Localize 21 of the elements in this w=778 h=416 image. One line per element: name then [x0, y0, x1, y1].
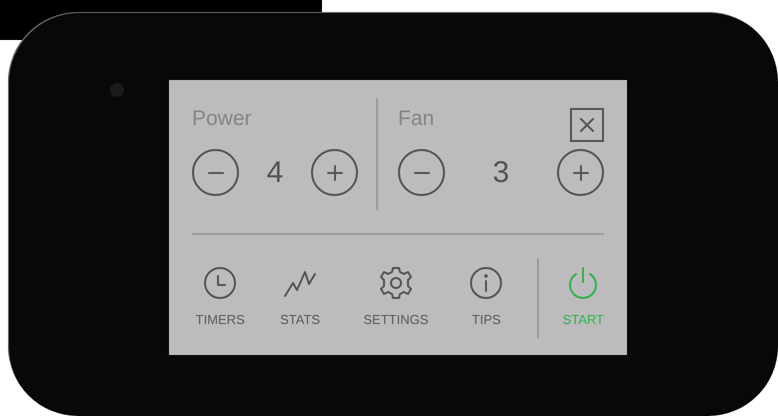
gear-icon — [378, 266, 413, 300]
minus-icon — [412, 170, 430, 174]
nav-button[interactable]: SETTINGS — [352, 266, 440, 330]
value-text: 4 — [266, 158, 284, 188]
nav-button[interactable]: TIPS — [460, 266, 513, 330]
plus-button[interactable] — [311, 149, 358, 196]
clock-icon — [203, 266, 238, 300]
control-label: Power — [192, 108, 252, 129]
minus-button[interactable] — [398, 149, 445, 196]
control-label: Fan — [398, 108, 434, 129]
plus-icon — [572, 164, 590, 182]
plus-icon — [326, 164, 344, 182]
close-icon — [578, 116, 596, 134]
nav-button[interactable]: STATS — [268, 266, 332, 330]
minus-button[interactable] — [192, 149, 239, 196]
nav-button[interactable]: TIMERS — [192, 266, 248, 330]
value-text: 3 — [492, 158, 510, 188]
close-button[interactable] — [570, 108, 604, 142]
plus-button[interactable] — [557, 149, 604, 196]
info-icon — [469, 266, 504, 300]
minus-icon — [206, 170, 224, 174]
